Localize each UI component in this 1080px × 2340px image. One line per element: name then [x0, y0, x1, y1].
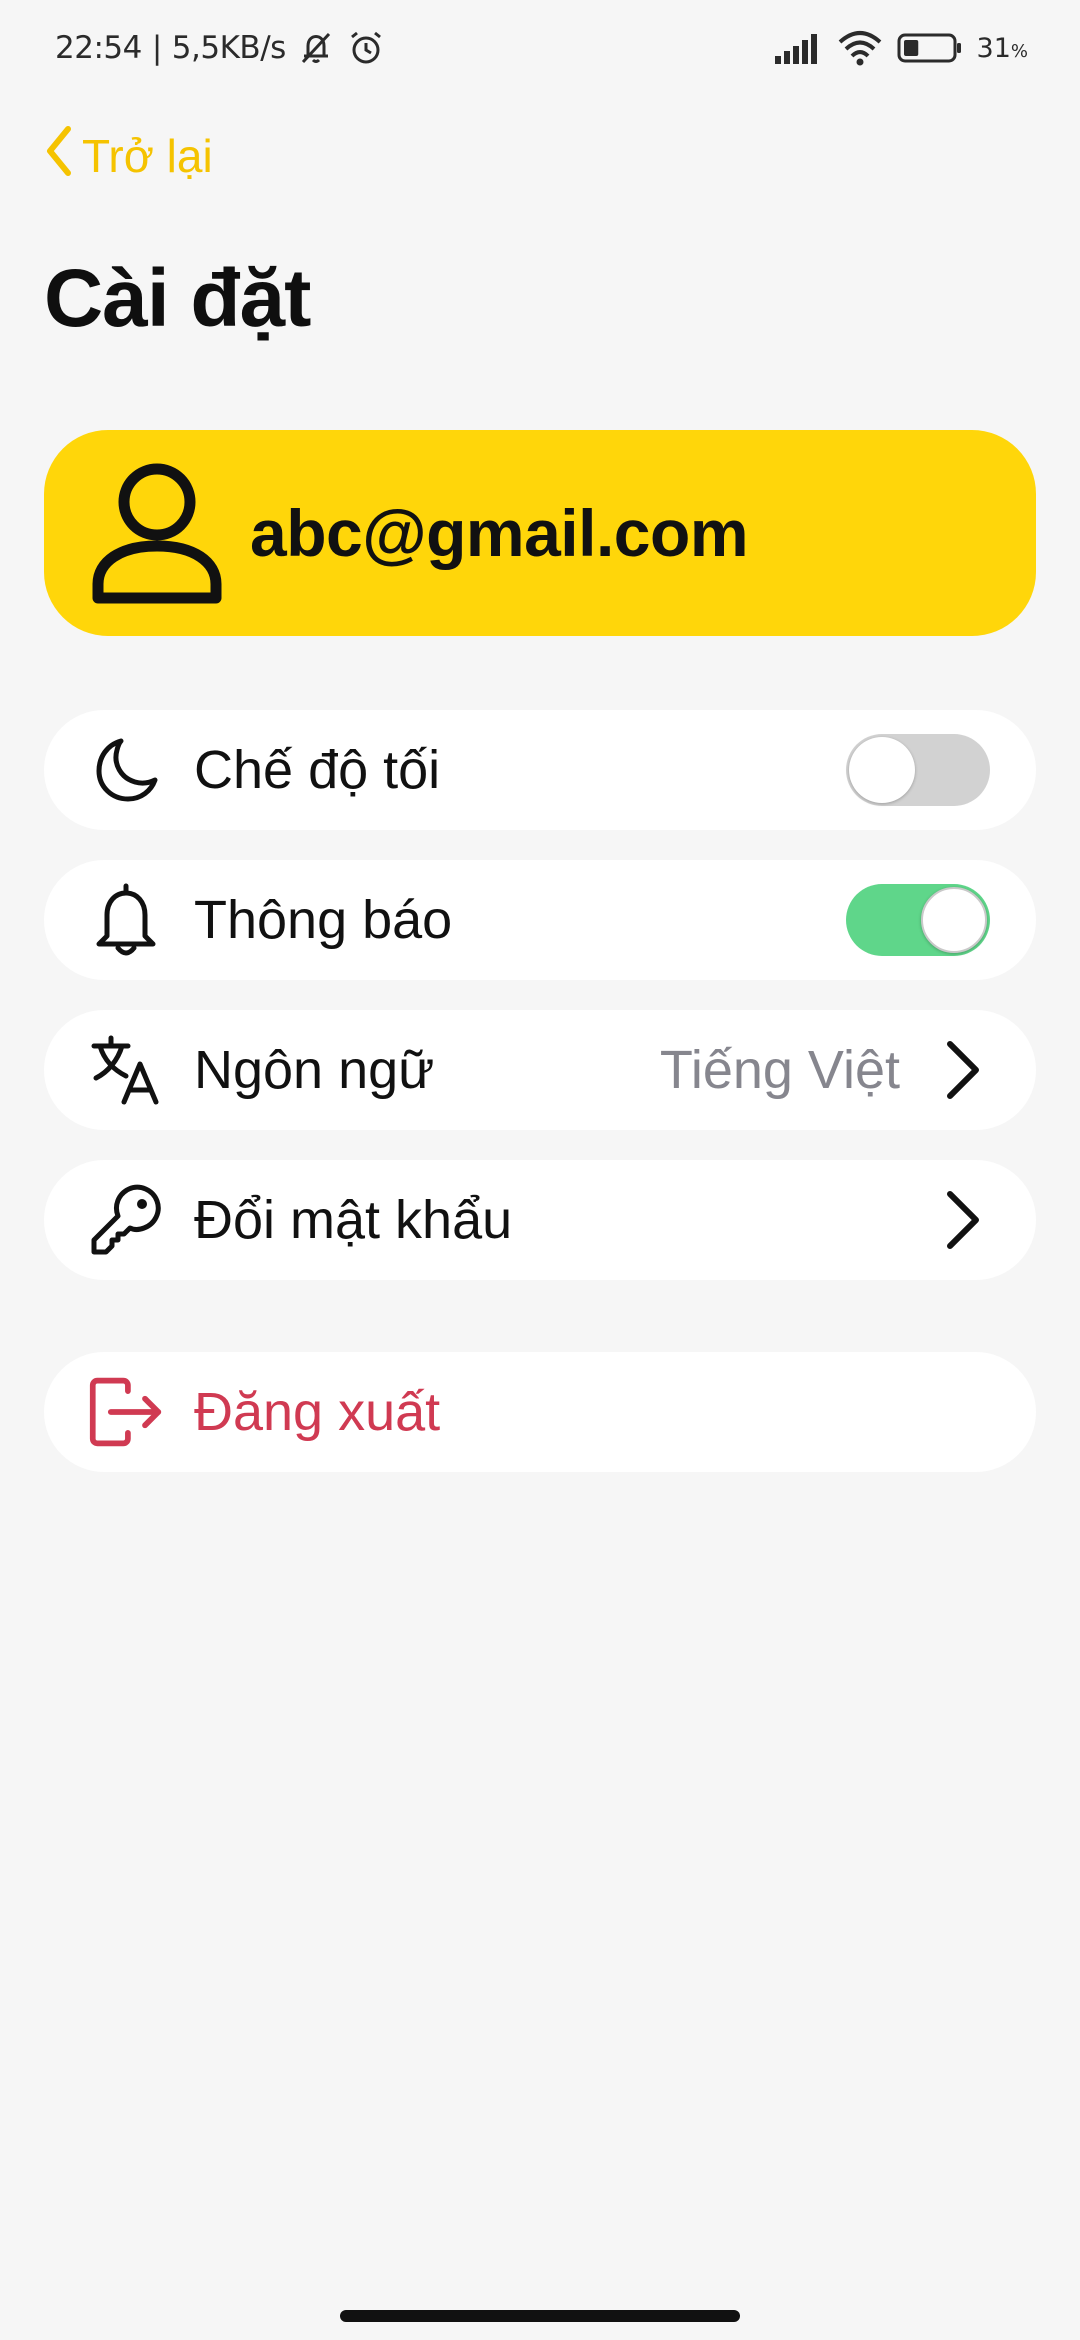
key-icon	[88, 1182, 164, 1258]
dark-mode-label: Chế độ tối	[194, 740, 441, 800]
profile-card[interactable]: abc@gmail.com	[44, 430, 1036, 636]
notifications-label: Thông báo	[194, 890, 453, 950]
status-separator: |	[151, 30, 162, 66]
status-right: 31%	[773, 28, 1028, 68]
translate-icon	[88, 1032, 164, 1108]
status-left: 22:54 | 5,5KB/s	[55, 28, 386, 68]
language-label: Ngôn ngữ	[194, 1040, 435, 1100]
page-title: Cài đặt	[44, 253, 311, 344]
signal-icon	[773, 32, 823, 64]
logout-button[interactable]: Đăng xuất	[44, 1352, 1036, 1472]
moon-icon	[88, 732, 164, 808]
setting-dark-mode[interactable]: Chế độ tối	[44, 710, 1036, 830]
profile-email: abc@gmail.com	[250, 496, 749, 570]
logout-icon	[88, 1374, 164, 1450]
setting-language[interactable]: Ngôn ngữ Tiếng Việt	[44, 1010, 1036, 1130]
language-value: Tiếng Việt	[659, 1040, 900, 1100]
toggle-knob	[921, 887, 987, 953]
bell-icon	[88, 882, 164, 958]
back-label: Trở lại	[82, 130, 213, 182]
dark-mode-toggle[interactable]	[846, 734, 990, 806]
toggle-knob	[849, 737, 915, 803]
back-button[interactable]: Trở lại	[44, 124, 213, 188]
user-icon	[90, 458, 224, 608]
network-speed: 5,5KB/s	[171, 30, 287, 66]
battery-icon	[897, 32, 963, 64]
status-bar: 22:54 | 5,5KB/s 31%	[0, 0, 1080, 96]
wifi-icon	[837, 30, 883, 66]
status-time: 22:54	[55, 30, 142, 66]
chevron-right-icon	[942, 1188, 982, 1252]
logout-label: Đăng xuất	[194, 1382, 441, 1442]
chevron-left-icon	[44, 125, 72, 188]
chevron-right-icon	[942, 1038, 982, 1102]
setting-change-password[interactable]: Đổi mật khẩu	[44, 1160, 1036, 1280]
change-password-label: Đổi mật khẩu	[194, 1190, 513, 1250]
notification-muted-icon	[296, 28, 336, 68]
battery-percent: 31%	[976, 32, 1028, 64]
notifications-toggle[interactable]	[846, 884, 990, 956]
home-indicator[interactable]	[340, 2310, 740, 2322]
setting-notifications[interactable]: Thông báo	[44, 860, 1036, 980]
alarm-icon	[346, 28, 386, 68]
